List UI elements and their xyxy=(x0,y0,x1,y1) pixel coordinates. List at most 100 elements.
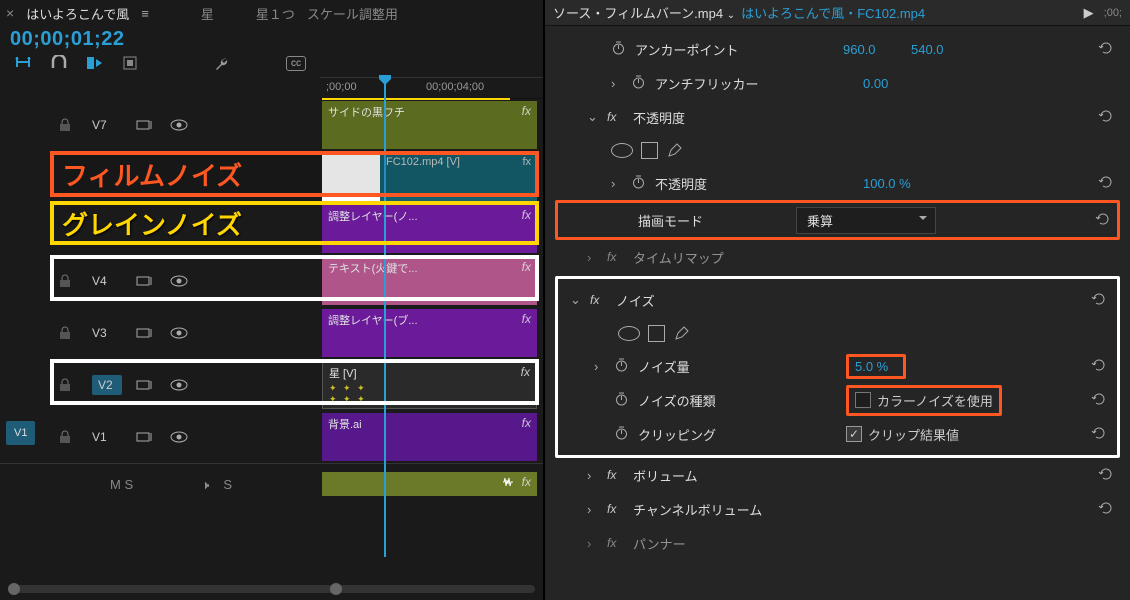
prop-noise-amount: › ノイズ量 5.0 % xyxy=(562,349,1113,383)
stopwatch-icon[interactable] xyxy=(631,74,647,92)
chevron-right-icon[interactable]: › xyxy=(611,176,623,191)
opacity-value[interactable]: 100.0 % xyxy=(863,176,923,191)
source-tabs: ソース・フィルムバーン.mp4 ⌄ はいよろこんで風・FC102.mp4 ▶ ;… xyxy=(545,0,1130,26)
tab-active[interactable]: はいよろこんで風 xyxy=(26,4,129,23)
group-noise[interactable]: ⌄ fx ノイズ xyxy=(562,283,1113,317)
chevron-right-icon[interactable]: › xyxy=(587,502,599,517)
close-icon[interactable]: × xyxy=(6,6,14,20)
track-name: V1 xyxy=(92,430,122,444)
play-icon[interactable]: ▶ xyxy=(1084,5,1094,21)
reset-icon[interactable] xyxy=(1098,501,1120,518)
audio-track-header[interactable]: M S 🕨 S xyxy=(0,477,320,493)
blend-mode-dropdown[interactable]: 乗算 xyxy=(796,207,936,234)
group-opacity[interactable]: ⌄ fx 不透明度 xyxy=(555,100,1120,134)
reset-icon[interactable] xyxy=(1091,358,1113,375)
chevron-right-icon[interactable]: › xyxy=(587,250,599,265)
stopwatch-icon[interactable] xyxy=(614,391,630,409)
anchor-y-value[interactable]: 540.0 xyxy=(911,42,971,57)
marker-icon[interactable] xyxy=(122,55,138,71)
mute-icon[interactable]: 🕨 xyxy=(201,477,209,493)
lock-icon[interactable] xyxy=(58,117,78,133)
snap-icon[interactable] xyxy=(14,55,32,71)
source-patch-v1[interactable]: V1 xyxy=(6,421,35,445)
anchor-x-value[interactable]: 960.0 xyxy=(843,42,903,57)
target-icon[interactable] xyxy=(136,430,156,444)
magnet-icon[interactable] xyxy=(50,55,68,71)
chevron-down-icon[interactable]: ⌄ xyxy=(570,292,582,308)
ellipse-mask-icon[interactable] xyxy=(618,326,640,341)
tab-star1[interactable]: 星１つ xyxy=(256,4,295,23)
pen-mask-icon[interactable] xyxy=(673,324,691,342)
tab-menu-icon[interactable]: ≡ xyxy=(141,6,149,21)
scroll-thumb-right[interactable] xyxy=(330,583,342,595)
reset-icon[interactable] xyxy=(1091,392,1113,409)
highlight-blend-mode: 描画モード 乗算 xyxy=(555,200,1120,240)
track-header-v3[interactable]: V3 xyxy=(0,325,320,341)
group-label: ボリューム xyxy=(633,466,833,485)
reset-icon[interactable] xyxy=(1091,292,1113,309)
lock-icon[interactable] xyxy=(58,429,78,445)
timeline-tabs: × はいよろこんで風 ≡ 星 星１つ スケール調整用 xyxy=(0,0,543,26)
track-header-v1[interactable]: V1 xyxy=(0,429,320,445)
reset-icon[interactable] xyxy=(1098,109,1120,126)
reset-icon[interactable] xyxy=(1098,467,1120,484)
chevron-right-icon[interactable]: › xyxy=(587,468,599,483)
wrench-icon[interactable] xyxy=(214,55,230,71)
effect-controls-tab[interactable]: はいよろこんで風・FC102.mp4 xyxy=(741,3,925,22)
fx-badge-icon: fx xyxy=(522,416,531,430)
timeline-zoom-scrollbar[interactable] xyxy=(0,578,543,600)
clip-bg[interactable]: 背景.ai fx xyxy=(322,413,537,461)
group-timeremap[interactable]: › fx タイムリマップ xyxy=(555,240,1120,274)
timecode[interactable]: 00;00;01;22 xyxy=(0,26,543,55)
antiflicker-value[interactable]: 0.00 xyxy=(863,76,923,91)
tab-star[interactable]: 星 xyxy=(201,4,214,23)
chevron-right-icon[interactable]: › xyxy=(594,359,606,374)
caption-icon[interactable]: cc xyxy=(286,56,306,71)
noise-amount-value[interactable]: 5.0 % xyxy=(846,354,906,379)
reset-icon[interactable] xyxy=(1098,175,1120,192)
scroll-thumb-left[interactable] xyxy=(8,583,20,595)
chevron-right-icon[interactable]: › xyxy=(587,536,599,551)
target-icon[interactable] xyxy=(136,326,156,340)
color-noise-checkbox[interactable] xyxy=(855,392,871,408)
clip-label: 調整レイヤー(ブ... xyxy=(328,312,418,328)
reset-icon[interactable] xyxy=(1091,426,1113,443)
pen-mask-icon[interactable] xyxy=(666,141,684,159)
chevron-down-icon[interactable]: ⌄ xyxy=(587,109,599,125)
clip-adjust-blur[interactable]: 調整レイヤー(ブ... fx xyxy=(322,309,537,357)
group-volume[interactable]: › fx ボリューム xyxy=(555,458,1120,492)
rect-mask-icon[interactable] xyxy=(641,142,658,159)
lock-icon[interactable] xyxy=(58,325,78,341)
ellipse-mask-icon[interactable] xyxy=(611,143,633,158)
eye-icon[interactable] xyxy=(170,119,188,131)
group-panner[interactable]: › fx パンナー xyxy=(555,526,1120,560)
stopwatch-icon[interactable] xyxy=(614,425,630,443)
reset-icon[interactable] xyxy=(1098,41,1120,58)
audio-meta: M S xyxy=(110,477,133,492)
target-icon[interactable] xyxy=(136,118,156,132)
solo-icon[interactable]: S xyxy=(223,477,232,492)
track-header-v7[interactable]: V7 xyxy=(0,117,320,133)
source-dropdown[interactable]: ソース・フィルムバーン.mp4 ⌄ xyxy=(553,3,735,22)
time-ruler[interactable]: ;00;00 00;00;04;00 xyxy=(320,77,543,99)
prop-noise-type: ノイズの種類 カラーノイズを使用 xyxy=(562,383,1113,417)
prop-label: ノイズ量 xyxy=(638,357,838,376)
stopwatch-icon[interactable] xyxy=(631,174,647,192)
checkbox-label: クリップ結果値 xyxy=(868,425,959,444)
eye-icon[interactable] xyxy=(170,431,188,443)
stopwatch-icon[interactable] xyxy=(611,40,627,58)
chevron-right-icon[interactable]: › xyxy=(611,76,623,91)
reset-icon[interactable] xyxy=(1095,212,1117,229)
clip-label: 背景.ai xyxy=(328,416,362,432)
prop-label: クリッピング xyxy=(638,425,838,444)
clip-side-black[interactable]: サイドの黒フチ fx xyxy=(322,101,537,149)
rect-mask-icon[interactable] xyxy=(648,325,665,342)
clip-result-checkbox[interactable] xyxy=(846,426,862,442)
eye-icon[interactable] xyxy=(170,327,188,339)
fx-badge-icon: fx xyxy=(607,250,625,264)
clip-audio[interactable]: fx xyxy=(322,472,537,496)
linked-selection-icon[interactable] xyxy=(86,55,104,71)
stopwatch-icon[interactable] xyxy=(614,357,630,375)
group-channel-volume[interactable]: › fx チャンネルボリューム xyxy=(555,492,1120,526)
tab-scale[interactable]: スケール調整用 xyxy=(307,4,398,23)
